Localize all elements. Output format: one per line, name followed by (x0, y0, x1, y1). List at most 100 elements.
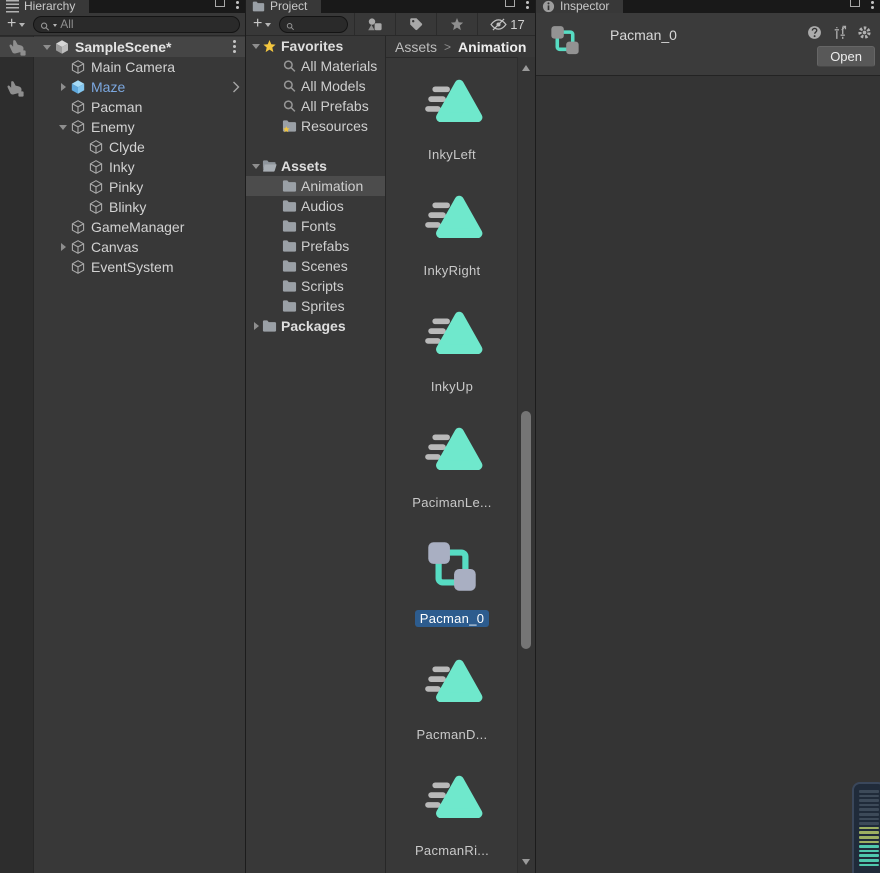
hierarchy-item-pinky[interactable]: Pinky (0, 177, 245, 197)
project-tree-item-scenes[interactable]: Scenes (246, 256, 385, 276)
project-tree-item-resources[interactable]: Resources (246, 116, 385, 136)
hierarchy-item-eventsystem[interactable]: EventSystem (0, 257, 245, 277)
folder-icon (282, 279, 297, 293)
asset-item-pacmanri[interactable]: PacmanRi... (410, 767, 494, 873)
project-tree-item-all-models[interactable]: All Models (246, 76, 385, 96)
inspector-body (536, 76, 880, 873)
gear-icon[interactable] (857, 25, 872, 40)
maximize-icon[interactable] (505, 0, 515, 7)
hierarchy-search-input[interactable] (60, 17, 233, 31)
search-by-label-button[interactable] (402, 14, 430, 34)
maximize-icon[interactable] (850, 0, 860, 7)
project-tree-label: All Prefabs (301, 98, 369, 114)
asset-label: PacmanD... (416, 727, 488, 742)
open-button[interactable]: Open (817, 46, 875, 67)
hierarchy-item-maze[interactable]: Maze (0, 77, 245, 97)
tab-inspector[interactable]: Inspector (536, 0, 624, 13)
hierarchy-item-gamemanager[interactable]: GameManager (0, 217, 245, 237)
project-searchbox[interactable] (279, 15, 348, 33)
gameobject-cube-icon (70, 239, 86, 255)
project-tree-item-assets[interactable]: Assets (246, 156, 385, 176)
folder-icon (262, 319, 277, 333)
star-icon (262, 39, 277, 53)
breadcrumb-assets[interactable]: Assets (395, 39, 437, 55)
asset-item-inkyup[interactable]: InkyUp (419, 303, 485, 419)
hierarchy-item-enemy[interactable]: Enemy (0, 117, 245, 137)
preset-icon[interactable] (832, 25, 847, 40)
anim-clip-icon (419, 71, 485, 137)
project-tree-item-audios[interactable]: Audios (246, 196, 385, 216)
project-tree-item-sprites[interactable]: Sprites (246, 296, 385, 316)
panel-menu-icon[interactable] (526, 0, 529, 4)
foldout-icon[interactable] (253, 322, 259, 330)
breadcrumb-current[interactable]: Animation (458, 39, 526, 55)
create-object-button[interactable]: + (5, 16, 27, 32)
meter-segment (859, 790, 879, 793)
project-tree-item-animation[interactable]: Animation (246, 176, 385, 196)
hierarchy-item-blinky[interactable]: Blinky (0, 197, 245, 217)
pickability-toggle-icon[interactable] (7, 38, 27, 56)
hierarchy-searchbox[interactable] (33, 15, 240, 33)
panel-menu-icon[interactable] (236, 0, 239, 4)
project-tree-item-all-prefabs[interactable]: All Prefabs (246, 96, 385, 116)
hierarchy-item-main-camera[interactable]: Main Camera (0, 57, 245, 77)
foldout-icon[interactable] (252, 43, 260, 49)
foldout-icon[interactable] (59, 124, 67, 130)
project-tree-item-prefabs[interactable]: Prefabs (246, 236, 385, 256)
anim-clip-icon (419, 187, 485, 253)
prefab-open-chevron-icon[interactable] (232, 81, 240, 93)
project-folder-icon (252, 0, 265, 13)
project-tree-item-scripts[interactable]: Scripts (246, 276, 385, 296)
inspector-header: Pacman_0 Open (536, 13, 880, 76)
hierarchy-item-inky[interactable]: Inky (0, 157, 245, 177)
tab-hierarchy-label: Hierarchy (24, 0, 76, 13)
maximize-icon[interactable] (215, 0, 225, 7)
hierarchy-item-clyde[interactable]: Clyde (0, 137, 245, 157)
tab-inspector-label: Inspector (560, 0, 610, 13)
project-search-input[interactable] (298, 17, 341, 31)
create-asset-button[interactable]: + (251, 16, 273, 32)
hierarchy-item-pacman[interactable]: Pacman (0, 97, 245, 117)
help-icon[interactable] (807, 25, 822, 40)
foldout-open-icon[interactable] (43, 44, 51, 50)
hierarchy-scene-row[interactable]: SampleScene* (0, 37, 245, 57)
hidden-count-button[interactable]: 17 (484, 14, 530, 34)
gameobject-cube-icon (70, 99, 86, 115)
project-tree-item-packages[interactable]: Packages (246, 316, 385, 336)
foldout-icon[interactable] (60, 83, 66, 91)
gameobject-cube-icon (70, 59, 86, 75)
scroll-down-icon[interactable] (522, 859, 530, 865)
asset-item-pacimanle[interactable]: PacimanLe... (407, 419, 496, 535)
scroll-up-icon[interactable] (522, 65, 530, 71)
asset-item-inkyleft[interactable]: InkyLeft (419, 71, 485, 187)
meter-segment (859, 817, 879, 821)
folder-icon (282, 299, 297, 313)
scene-menu-icon[interactable] (233, 45, 236, 48)
gameobject-cube-icon (88, 179, 104, 195)
project-tree-item-favorites[interactable]: Favorites (246, 36, 385, 56)
search-by-type-button[interactable] (361, 14, 389, 34)
tab-hierarchy[interactable]: Hierarchy (0, 0, 90, 13)
meter-segment (859, 822, 879, 825)
hierarchy-item-canvas[interactable]: Canvas (0, 237, 245, 257)
foldout-icon[interactable] (252, 163, 260, 169)
project-tree-item-fonts[interactable]: Fonts (246, 216, 385, 236)
asset-label: PacimanLe... (412, 495, 492, 510)
panel-menu-icon[interactable] (871, 0, 874, 4)
inspector-tabbar: Inspector (536, 0, 880, 13)
tab-project[interactable]: Project (246, 0, 322, 13)
search-icon (282, 79, 297, 93)
grid-scrollbar[interactable] (517, 57, 535, 873)
tag-icon (409, 17, 423, 31)
asset-item-pacmand[interactable]: PacmanD... (412, 651, 493, 767)
breadcrumb: Assets > Animation (386, 36, 535, 58)
asset-item-inkyright[interactable]: InkyRight (419, 187, 486, 303)
foldout-icon[interactable] (60, 243, 66, 251)
favorites-filter-button[interactable] (443, 14, 471, 34)
search-icon (286, 19, 295, 30)
project-tree-item-all-materials[interactable]: All Materials (246, 56, 385, 76)
hierarchy-item-label: Pacman (91, 99, 143, 115)
scrollbar-thumb[interactable] (521, 411, 531, 649)
asset-item-pacman-0[interactable]: Pacman_0 (414, 535, 490, 651)
